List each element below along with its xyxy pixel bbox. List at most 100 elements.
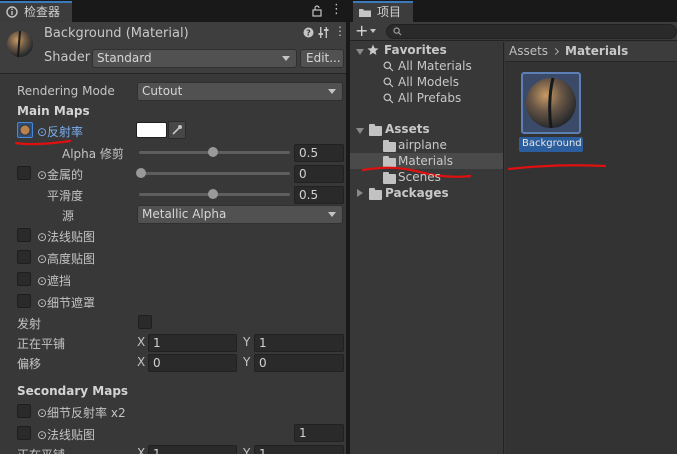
packages-folder-icon (369, 188, 382, 200)
breadcrumb-assets[interactable]: Assets (509, 44, 548, 58)
offset-y-field[interactable]: 0 (254, 354, 344, 372)
chevron-down-icon (370, 29, 376, 33)
asset-thumbnail (521, 72, 581, 134)
offset-label: 偏移 (17, 357, 42, 371)
more-options-icon[interactable]: ⋮ (330, 2, 343, 18)
tiling-label: 正在平铺 (17, 337, 66, 351)
shader-label: Shader (44, 50, 91, 65)
metallic-texture-slot[interactable] (17, 166, 31, 180)
project-tabbar: 项目 (350, 0, 677, 22)
detail-mask-label: ⊙细节遮罩 (37, 296, 96, 310)
help-icon[interactable]: ? (303, 27, 314, 38)
material-preview-icon (7, 30, 33, 58)
offset-x-field[interactable]: 0 (148, 354, 237, 372)
favorites-expand-icon[interactable] (356, 49, 364, 55)
favorite-all-prefabs[interactable]: All Prefabs (398, 91, 461, 105)
tiling-x-field[interactable]: 1 (148, 334, 237, 352)
tab-inspector-label: 检查器 (24, 5, 61, 19)
albedo-color-swatch[interactable] (136, 122, 167, 138)
folder-icon (359, 9, 371, 17)
metallic-label: ⊙金属的 (37, 168, 84, 182)
height-map-slot[interactable] (17, 250, 31, 264)
secondary-tiling-x-label: X (137, 446, 146, 454)
smoothness-label: 平滑度 (47, 189, 84, 203)
detail-mask-slot[interactable] (17, 294, 31, 308)
packages-title[interactable]: Packages (385, 186, 449, 200)
tab-inspector[interactable]: 检查器 (0, 1, 72, 22)
metallic-slider-knob[interactable] (136, 168, 146, 178)
tiling-x-label: X (137, 335, 146, 349)
material-name: Background (Material) (44, 26, 189, 41)
asset-area: Assets Materials Background (505, 42, 677, 454)
smoothness-field[interactable]: 0.5 (294, 186, 344, 204)
edit-shader-button[interactable]: Edit... (300, 49, 344, 68)
eyedropper-button[interactable] (168, 121, 186, 139)
offset-x-label: X (137, 355, 146, 369)
emission-checkbox[interactable] (138, 315, 152, 329)
favorite-all-models[interactable]: All Models (398, 75, 459, 89)
asset-name: Background (522, 138, 582, 149)
source-value: Metallic Alpha (142, 207, 227, 221)
rendering-mode-value: Cutout (142, 84, 183, 98)
assets-expand-icon[interactable] (356, 128, 364, 134)
packages-expand-icon[interactable] (357, 189, 363, 197)
settings-sliders-icon[interactable] (318, 27, 329, 38)
chevron-down-icon (328, 212, 336, 217)
folder-icon (383, 172, 396, 184)
shader-value: Standard (97, 51, 152, 65)
tiling-y-label: Y (243, 335, 251, 349)
secondary-tiling-y-field[interactable]: 1 (254, 445, 344, 454)
secondary-normal-label: ⊙法线贴图 (37, 428, 96, 442)
emission-label: 发射 (17, 317, 42, 331)
secondary-normal-slot[interactable] (17, 426, 31, 440)
shader-dropdown[interactable]: Standard (92, 49, 297, 68)
secondary-maps-title: Secondary Maps (17, 384, 129, 398)
add-asset-label: + (355, 21, 369, 40)
search-icon (383, 61, 394, 72)
source-dropdown[interactable]: Metallic Alpha (137, 205, 343, 224)
rendering-mode-label: Rendering Mode (17, 84, 115, 98)
svg-text:?: ? (306, 29, 311, 38)
inspector-panel: Background (Material) Shader Standard Ed… (0, 22, 346, 454)
normal-map-label: ⊙法线贴图 (37, 230, 96, 244)
search-input[interactable] (386, 24, 677, 39)
occlusion-slot[interactable] (17, 272, 31, 286)
alpha-cutoff-field[interactable]: 0.5 (294, 144, 344, 162)
occlusion-label: ⊙遮挡 (37, 274, 72, 288)
favorite-all-materials[interactable]: All Materials (398, 59, 472, 73)
folder-airplane[interactable]: airplane (398, 138, 447, 152)
folder-icon (383, 140, 396, 152)
smoothness-slider-knob[interactable] (208, 189, 218, 199)
component-menu-icon[interactable]: ⋮ (334, 24, 346, 38)
red-annotation-underline (507, 164, 607, 171)
folder-scenes[interactable]: Scenes (398, 170, 441, 184)
tab-project-label: 项目 (377, 5, 402, 19)
assets-title[interactable]: Assets (385, 122, 430, 136)
assets-folder-icon (369, 124, 382, 136)
asset-item-background[interactable]: Background (519, 70, 583, 152)
alpha-cutoff-slider-knob[interactable] (208, 147, 218, 157)
normal-map-slot[interactable] (17, 228, 31, 242)
chevron-down-icon (328, 89, 336, 94)
secondary-tiling-x-field[interactable]: 1 (148, 445, 237, 454)
alpha-cutoff-label: Alpha 修剪 (62, 147, 124, 161)
main-maps-title: Main Maps (17, 104, 90, 118)
tab-project[interactable]: 项目 (353, 1, 413, 22)
detail-albedo-slot[interactable] (17, 404, 31, 418)
metallic-field[interactable]: 0 (294, 165, 344, 183)
lock-icon[interactable] (312, 5, 322, 17)
chevron-right-icon (551, 47, 560, 56)
panel-splitter[interactable] (346, 0, 350, 454)
tiling-y-field[interactable]: 1 (254, 334, 344, 352)
secondary-normal-scale-field[interactable]: 1 (294, 424, 344, 442)
rendering-mode-dropdown[interactable]: Cutout (137, 82, 343, 101)
chevron-down-icon (282, 56, 290, 61)
height-map-label: ⊙高度贴图 (37, 252, 96, 266)
metallic-slider-track[interactable] (139, 172, 290, 175)
add-asset-button[interactable]: + (355, 22, 383, 40)
project-toolbar: + (350, 22, 677, 41)
search-icon (383, 77, 394, 88)
favorites-title[interactable]: Favorites (384, 43, 447, 57)
breadcrumb-materials[interactable]: Materials (565, 44, 628, 58)
material-header: Background (Material) Shader Standard Ed… (0, 22, 346, 74)
